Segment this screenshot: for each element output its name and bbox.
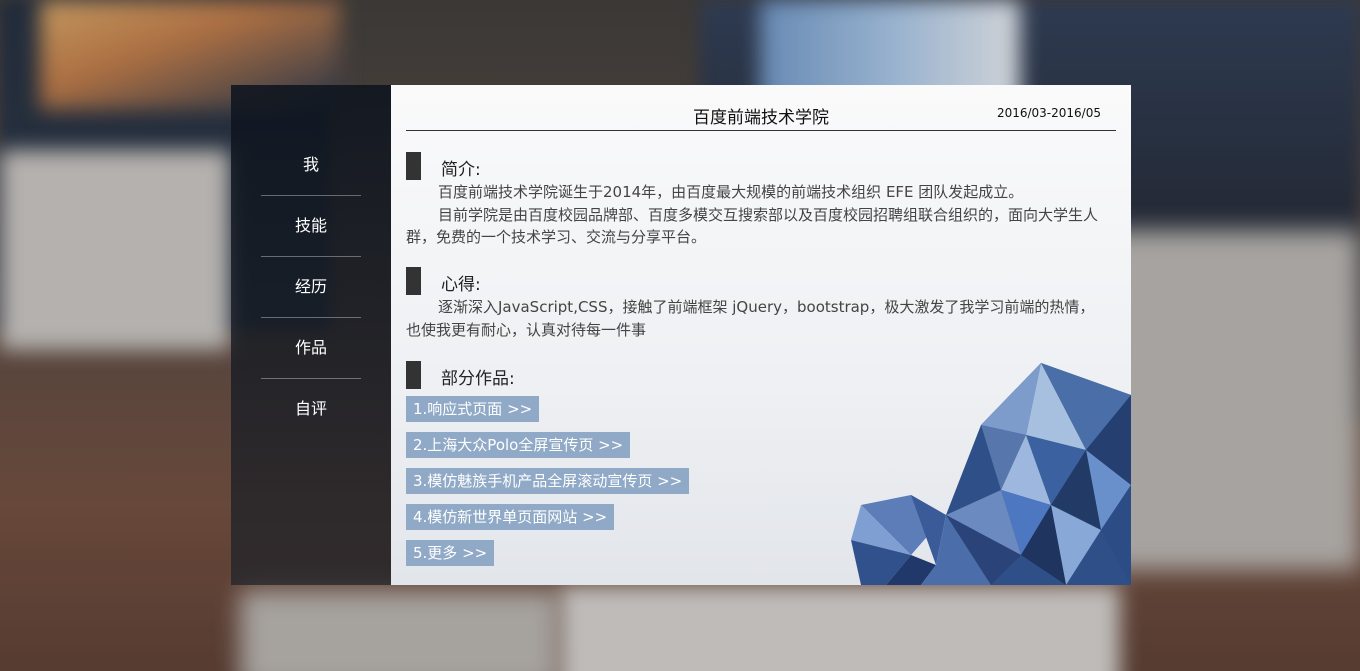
nav-item-works[interactable]: 作品 [261, 318, 361, 379]
intro-line-1: 百度前端技术学院诞生于2014年，由百度最大规模的前端技术组织 EFE 团队发起… [438, 183, 1024, 201]
nav-item-skills[interactable]: 技能 [261, 196, 361, 257]
works-list: 1.响应式页面 >> 2.上海大众Polo全屏宣传页 >> 3.模仿魅族手机产品… [406, 396, 690, 576]
intro-heading-label: 简介: [441, 160, 481, 180]
intro-line-2: 目前学院是由百度校园品牌部、百度多模交互搜索部以及百度校园招聘组联合组织的，面向… [406, 205, 1099, 247]
intro-paragraph: 百度前端技术学院诞生于2014年，由百度最大规模的前端技术组织 EFE 团队发起… [406, 181, 1116, 249]
sidebar: 我 技能 经历 作品 自评 [231, 85, 391, 585]
polygon-gem-image [851, 363, 1131, 585]
nav-item-self-review[interactable]: 自评 [261, 379, 361, 439]
heading-bar [406, 361, 421, 389]
work-link-meizu[interactable]: 3.模仿魅族手机产品全屏滚动宣传页 >> [406, 468, 690, 494]
work-link-more[interactable]: 5.更多 >> [406, 540, 495, 566]
sidebar-nav: 我 技能 经历 作品 自评 [261, 135, 361, 439]
experience-heading-label: 心得: [441, 275, 481, 295]
experience-text: 逐渐深入JavaScript,CSS，接触了前端框架 jQuery，bootst… [406, 298, 1095, 339]
work-link-responsive[interactable]: 1.响应式页面 >> [406, 396, 540, 422]
heading-bar [406, 267, 421, 295]
nav-item-experience[interactable]: 经历 [261, 257, 361, 318]
date-range: 2016/03-2016/05 [996, 106, 1101, 120]
nav-item-me[interactable]: 我 [261, 135, 361, 196]
experience-paragraph: 逐渐深入JavaScript,CSS，接触了前端框架 jQuery，bootst… [406, 296, 1106, 341]
work-link-new-world[interactable]: 4.模仿新世界单页面网站 >> [406, 504, 615, 530]
works-heading-label: 部分作品: [441, 369, 515, 389]
panel-header: 百度前端技术学院 2016/03-2016/05 [406, 85, 1116, 131]
work-link-polo[interactable]: 2.上海大众Polo全屏宣传页 >> [406, 432, 631, 458]
content-panel: 百度前端技术学院 2016/03-2016/05 简介: 百度前端技术学院诞生于… [391, 85, 1131, 585]
heading-bar [406, 152, 421, 180]
